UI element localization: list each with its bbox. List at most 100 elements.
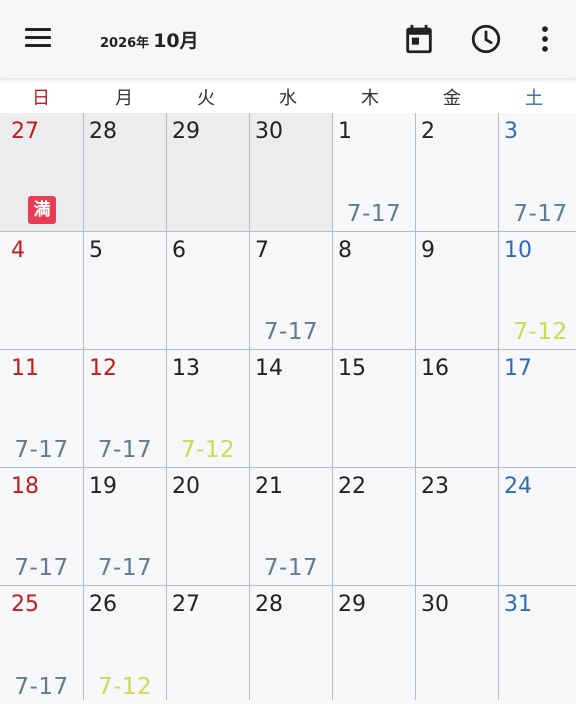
day-cell[interactable]: 11 7-17 [0,350,83,467]
shift-label: 7-17 [97,437,153,463]
day-cell[interactable]: 7 7-17 [250,232,332,349]
clock-icon[interactable] [469,22,503,56]
day-cell[interactable]: 20 [167,468,249,585]
day-number: 13 [172,356,200,381]
shift-label: 7-17 [14,555,69,581]
more-vert-icon[interactable] [528,22,562,56]
weekday-sat: 土 [525,88,543,109]
full-badge: 満 [28,196,56,224]
weekday-sun: 日 [32,88,50,109]
day-number: 28 [255,592,283,617]
shift-label: 7-17 [513,201,568,227]
day-cell[interactable]: 27 満 [0,113,83,231]
day-number: 1 [338,119,352,144]
day-number: 24 [504,474,532,499]
day-number: 7 [255,238,269,263]
day-cell[interactable]: 2 [416,113,498,231]
weekday-fri: 金 [443,88,461,109]
month-label: 10月 [153,30,199,52]
day-number: 30 [421,592,449,617]
day-cell[interactable]: 29 [167,113,249,231]
app-bar: 2026年 10月 [0,0,576,78]
day-number: 29 [338,592,366,617]
day-cell[interactable]: 3 7-17 [499,113,576,231]
day-cell[interactable]: 5 [84,232,166,349]
day-number: 12 [89,356,117,381]
day-number: 18 [11,474,39,499]
day-cell[interactable]: 27 [167,586,249,704]
shift-label: 7-12 [513,319,568,345]
shift-label: 7-17 [263,555,319,581]
day-number: 23 [421,474,449,499]
day-number: 22 [338,474,366,499]
day-number: 16 [421,356,449,381]
year-label: 2026年 [100,36,150,51]
day-cell[interactable]: 19 7-17 [84,468,166,585]
day-cell[interactable]: 6 [167,232,249,349]
day-cell[interactable]: 30 [250,113,332,231]
day-cell[interactable]: 31 [499,586,576,704]
day-number: 27 [11,119,39,144]
day-number: 10 [504,238,532,263]
day-cell[interactable]: 25 7-17 [0,586,83,704]
day-cell[interactable]: 22 [333,468,415,585]
day-number: 30 [255,119,283,144]
day-number: 26 [89,592,117,617]
day-number: 3 [504,119,518,144]
calendar-today-icon[interactable] [402,22,436,56]
day-cell[interactable]: 26 7-12 [84,586,166,704]
day-number: 6 [172,238,186,263]
menu-bar [25,28,51,31]
day-number: 31 [504,592,532,617]
day-number: 9 [421,238,435,263]
shift-label: 7-12 [97,674,153,700]
day-cell[interactable]: 29 [333,586,415,704]
day-number: 29 [172,119,200,144]
weekday-thu: 木 [361,88,379,109]
day-cell[interactable]: 18 7-17 [0,468,83,585]
day-number: 25 [11,592,39,617]
day-cell[interactable]: 8 [333,232,415,349]
weekday-header: 日 月 火 水 木 金 土 [0,78,576,113]
day-number: 11 [11,356,39,381]
day-cell[interactable]: 28 [250,586,332,704]
day-number: 27 [172,592,200,617]
menu-bar [25,44,51,47]
shift-label: 7-17 [346,201,402,227]
menu-icon[interactable] [22,24,56,54]
shift-label: 7-12 [180,437,236,463]
weekday-tue: 火 [197,88,215,109]
day-number: 5 [89,238,103,263]
day-cell[interactable]: 1 7-17 [333,113,415,231]
day-number: 2 [421,119,435,144]
day-cell[interactable]: 28 [84,113,166,231]
day-number: 21 [255,474,283,499]
day-cell[interactable]: 23 [416,468,498,585]
day-cell[interactable]: 17 [499,350,576,467]
day-cell[interactable]: 30 [416,586,498,704]
day-cell[interactable]: 12 7-17 [84,350,166,467]
day-number: 17 [504,356,532,381]
calendar-grid: 27 満 28 29 30 1 7-17 2 3 7-17 4 5 6 7 7-17 8 9 10 7-12 11 7-… [0,113,576,704]
day-number: 8 [338,238,352,263]
weekday-mon: 月 [115,88,133,109]
shift-label: 7-17 [14,674,69,700]
day-cell[interactable]: 24 [499,468,576,585]
shift-label: 7-17 [97,555,153,581]
day-cell[interactable]: 10 7-12 [499,232,576,349]
day-cell[interactable]: 15 [333,350,415,467]
day-number: 19 [89,474,117,499]
day-cell[interactable]: 13 7-12 [167,350,249,467]
day-cell[interactable]: 14 [250,350,332,467]
day-number: 15 [338,356,366,381]
shift-label: 7-17 [14,437,69,463]
day-number: 14 [255,356,283,381]
day-number: 4 [11,238,25,263]
day-cell[interactable]: 16 [416,350,498,467]
day-cell[interactable]: 21 7-17 [250,468,332,585]
day-cell[interactable]: 9 [416,232,498,349]
day-number: 28 [89,119,117,144]
page-title[interactable]: 2026年 10月 [100,26,199,53]
weekday-wed: 水 [279,88,297,109]
day-cell[interactable]: 4 [0,232,83,349]
